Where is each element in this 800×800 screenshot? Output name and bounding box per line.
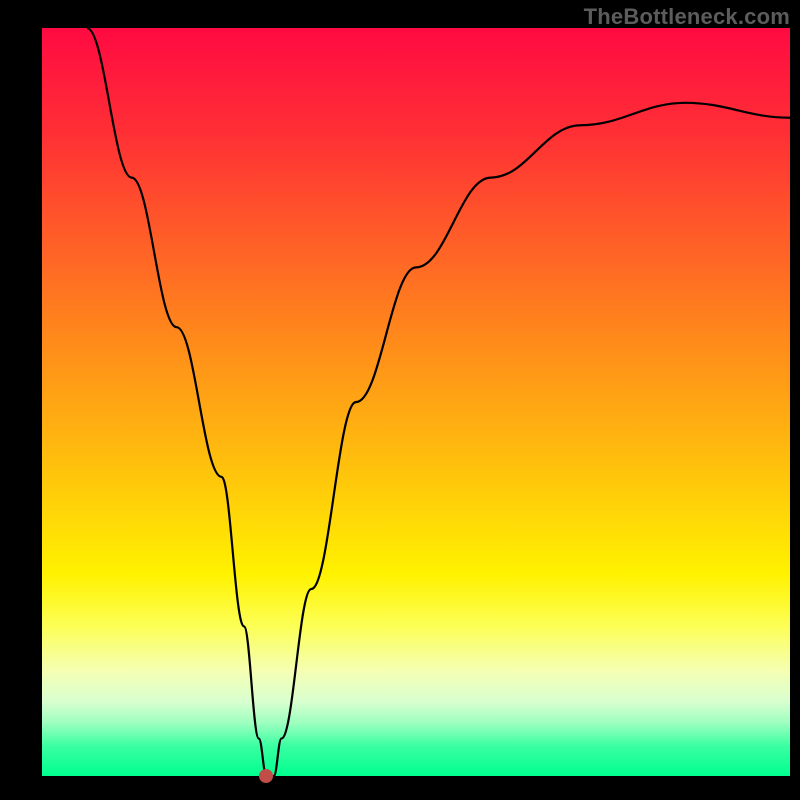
chart-frame: TheBottleneck.com	[0, 0, 800, 800]
optimal-point-marker	[259, 769, 273, 783]
plot-area	[42, 28, 790, 776]
watermark-text: TheBottleneck.com	[584, 4, 790, 30]
curve-svg	[42, 28, 790, 776]
bottleneck-curve-path	[87, 28, 790, 776]
